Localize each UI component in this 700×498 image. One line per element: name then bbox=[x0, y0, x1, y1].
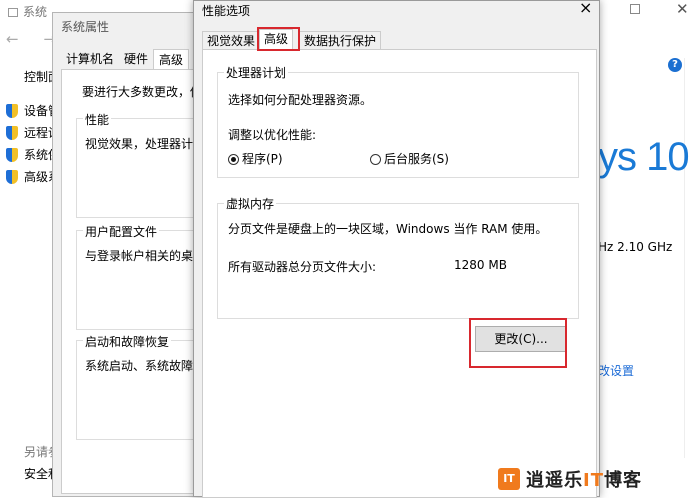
processor-desc: 选择如何分配处理器资源。 bbox=[228, 93, 373, 107]
highlight-box bbox=[469, 318, 567, 368]
group-label: 用户配置文件 bbox=[83, 223, 160, 240]
shield-icon bbox=[6, 147, 18, 162]
change-settings-link[interactable]: 改设置 bbox=[598, 362, 634, 379]
group-text: 系统启动、系统故障和 bbox=[85, 359, 206, 373]
cpu-speed: Hz 2.10 GHz bbox=[598, 240, 673, 254]
group-label: 性能 bbox=[83, 111, 112, 128]
tab-advanced[interactable]: 高级 bbox=[153, 49, 190, 70]
tab-hardware[interactable]: 硬件 bbox=[119, 49, 153, 69]
shield-icon bbox=[6, 103, 18, 118]
dialog-title: 性能选项 bbox=[202, 4, 251, 18]
shield-icon bbox=[6, 169, 18, 184]
computer-icon bbox=[8, 8, 18, 17]
group-label: 处理器计划 bbox=[224, 64, 289, 81]
brand-name: 逍遥乐IT博客 bbox=[526, 470, 642, 491]
group-virtual-memory: 虚拟内存 分页文件是硬盘上的一块区域，Windows 当作 RAM 使用。 所有… bbox=[217, 195, 579, 319]
group-label: 虚拟内存 bbox=[224, 195, 277, 212]
group-processor-scheduling: 处理器计划 选择如何分配处理器资源。 调整以优化性能: 程序(P) 后台服务(S… bbox=[217, 64, 579, 178]
radio-programs[interactable]: 程序(P) bbox=[228, 150, 283, 167]
shield-icon bbox=[6, 125, 18, 140]
radio-unchecked-icon bbox=[370, 154, 381, 165]
close-icon[interactable]: ✕ bbox=[676, 0, 689, 18]
group-label: 启动和故障恢复 bbox=[83, 333, 172, 350]
help-icon[interactable]: ? bbox=[668, 58, 682, 72]
performance-options-dialog: 性能选项 × 视觉效果 高级 数据执行保护 处理器计划 选择如何分配处理器资源。… bbox=[193, 0, 600, 498]
brand-logo: IT bbox=[498, 468, 520, 490]
maximize-button[interactable] bbox=[630, 4, 640, 14]
group-text: 视觉效果，处理器计划 bbox=[85, 137, 206, 151]
adjust-label: 调整以优化性能: bbox=[228, 128, 317, 142]
tab-dep[interactable]: 数据执行保护 bbox=[299, 31, 382, 51]
total-paging-value: 1280 MB bbox=[454, 258, 507, 272]
system-window-title: 系统 bbox=[8, 3, 47, 20]
total-paging-label: 所有驱动器总分页文件大小: bbox=[228, 260, 377, 274]
dialog-title: 系统属性 bbox=[61, 20, 110, 34]
windows-logo-text: ys 10 bbox=[598, 135, 690, 179]
watermark: IT 逍遥乐IT博客 bbox=[498, 466, 642, 492]
close-icon[interactable]: × bbox=[579, 0, 592, 17]
admin-note: 要进行大多数更改，你 bbox=[82, 85, 203, 99]
scrollbar[interactable] bbox=[684, 58, 698, 458]
radio-checked-icon bbox=[228, 154, 239, 165]
virtual-memory-desc: 分页文件是硬盘上的一块区域，Windows 当作 RAM 使用。 bbox=[228, 222, 548, 236]
tab-bar: 计算机名 硬件 高级 bbox=[61, 49, 190, 70]
group-text: 与登录帐户相关的桌面 bbox=[85, 249, 206, 263]
highlight-box bbox=[257, 27, 300, 51]
radio-background-services[interactable]: 后台服务(S) bbox=[370, 150, 449, 167]
tab-panel: 处理器计划 选择如何分配处理器资源。 调整以优化性能: 程序(P) 后台服务(S… bbox=[202, 49, 597, 498]
tab-visual-effects[interactable]: 视觉效果 bbox=[202, 31, 261, 51]
tab-computer-name[interactable]: 计算机名 bbox=[61, 49, 119, 69]
tab-bar: 视觉效果 高级 数据执行保护 bbox=[202, 27, 597, 51]
